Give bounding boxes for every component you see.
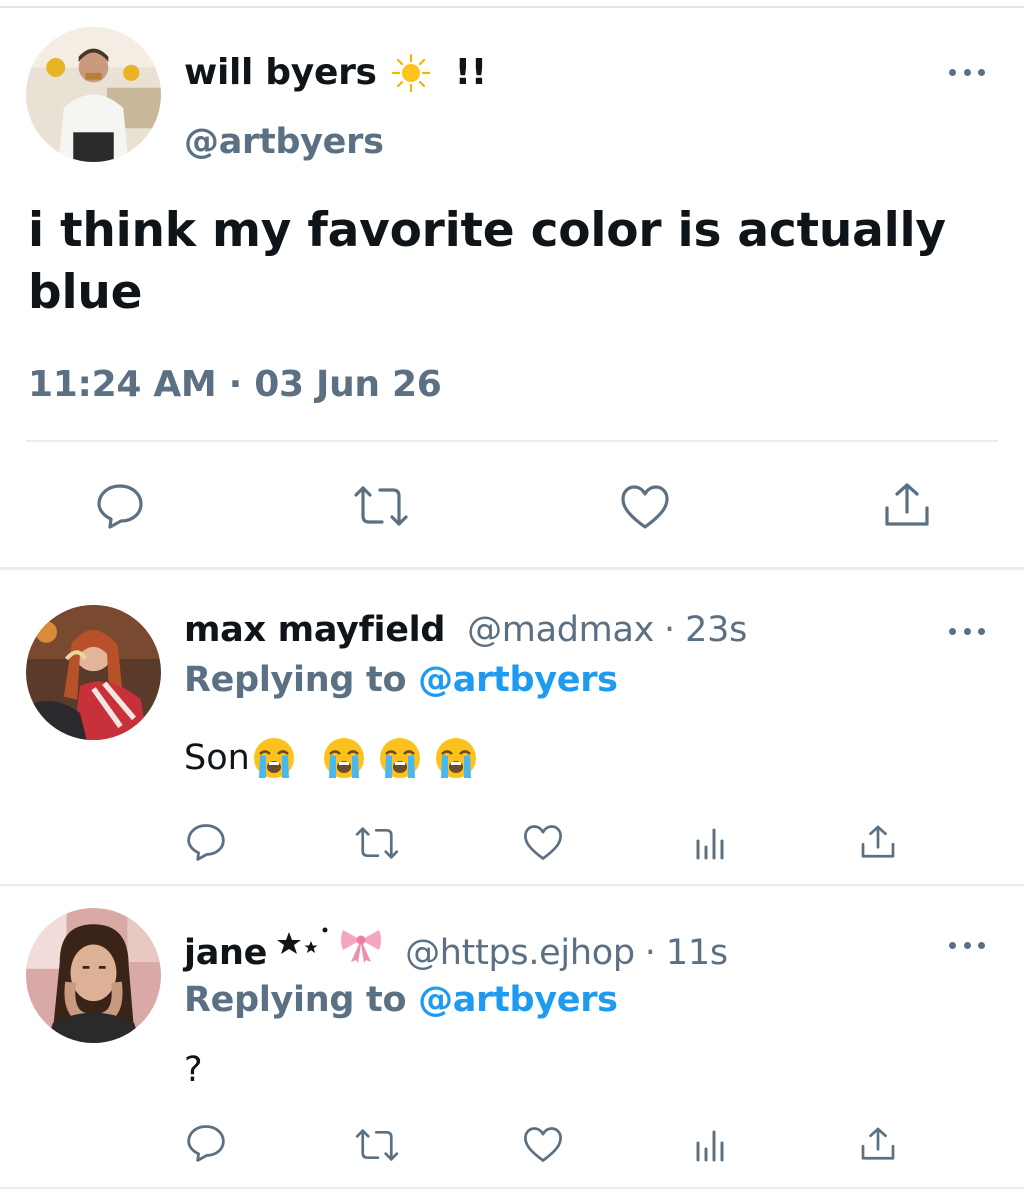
loudly-crying-face-icon [322,736,366,780]
name-decorations [275,924,383,964]
relative-time[interactable]: 11s [666,933,728,973]
like-icon[interactable] [523,1126,563,1163]
retweet-icon[interactable] [354,1128,400,1162]
avatar[interactable] [26,605,161,740]
mention-link[interactable]: @artbyers [418,980,618,1020]
ribbon-icon [341,930,382,963]
more-options-icon[interactable] [949,935,985,955]
replying-prefix: Replying to [184,980,407,1020]
avatar-photo-icon [26,908,161,1043]
share-icon[interactable] [883,482,931,528]
loudly-crying-face-icon [378,736,422,780]
black-star-icon [277,927,328,954]
handle[interactable]: @madmax [467,610,654,650]
loudly-crying-face-icon [252,736,296,780]
reply-tweet[interactable]: max mayfield @madmax · 23s Replying to @… [0,570,1024,884]
mention-link[interactable]: @artbyers [418,660,618,700]
display-name[interactable]: jane [184,933,267,973]
display-name[interactable]: will byers !! [184,52,487,93]
more-options-icon[interactable] [949,62,985,82]
reply-text-content: ? [184,1050,203,1090]
tweet-text: i think my favorite color is actually bl… [28,203,946,320]
sun-icon [391,53,431,93]
reply-text: ? [184,1050,203,1090]
handle[interactable]: @https.ejhop [405,933,635,973]
name-suffix: !! [454,52,488,93]
reply-icon[interactable] [186,1124,226,1162]
reply-tweet[interactable]: jane @https.ejhop · 11s Replying to @art… [0,886,1024,1186]
reply-icon[interactable] [96,483,144,529]
replying-to: Replying to @artbyers [184,660,618,700]
avatar[interactable] [26,27,161,162]
main-tweet: will byers !! @artbyers i think my favor… [0,0,1024,568]
section-divider [0,1187,1024,1189]
like-icon[interactable] [620,484,670,530]
display-name-text: will byers [184,52,377,93]
share-icon[interactable] [860,1126,896,1162]
retweet-icon[interactable] [354,826,400,860]
avatar-photo-icon [26,27,161,162]
reply-header: jane @https.ejhop · 11s [184,924,728,973]
divider [26,440,998,442]
loudly-crying-face-icon [434,736,478,780]
separator-dot: · [664,610,676,650]
handle[interactable]: @artbyers [184,122,384,162]
avatar[interactable] [26,908,161,1043]
replying-prefix: Replying to [184,660,407,700]
reply-header: max mayfield @madmax · 23s [184,610,747,650]
like-icon[interactable] [523,824,563,861]
reply-icon[interactable] [186,823,226,861]
share-icon[interactable] [860,824,896,860]
separator-dot: · [644,933,656,973]
analytics-icon[interactable] [694,1129,728,1163]
display-name[interactable]: max mayfield [184,610,445,650]
relative-time[interactable]: 23s [685,610,747,650]
reply-text: Son [184,736,478,780]
retweet-icon[interactable] [352,485,410,527]
more-options-icon[interactable] [949,621,985,641]
reply-text-content: Son [184,738,250,778]
timestamp[interactable]: 11:24 AM · 03 Jun 26 [28,364,442,405]
replying-to: Replying to @artbyers [184,980,618,1020]
avatar-photo-icon [26,605,161,740]
analytics-icon[interactable] [694,827,728,861]
